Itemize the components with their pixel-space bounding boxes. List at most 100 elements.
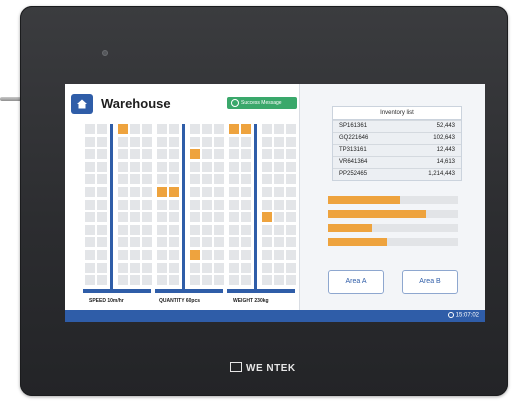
storage-cell	[118, 149, 128, 160]
progress-bar	[328, 210, 458, 218]
area-b-button[interactable]: Area B	[402, 270, 458, 294]
storage-cell	[157, 237, 167, 248]
storage-cell	[214, 136, 224, 147]
table-row[interactable]: SP161361 52,443	[333, 120, 461, 132]
storage-cell	[274, 124, 284, 134]
warehouse-panel: Warehouse Success Message SPEED 10m/hr Q…	[65, 84, 299, 310]
storage-cell	[202, 149, 212, 160]
storage-cell	[286, 187, 296, 197]
storage-cell	[85, 174, 95, 185]
storage-cell	[130, 187, 140, 197]
storage-cell	[97, 174, 107, 185]
storage-cell	[85, 275, 95, 286]
clock-icon	[447, 312, 454, 318]
storage-cell	[202, 212, 212, 223]
base-line	[227, 289, 295, 293]
storage-cell	[130, 237, 140, 248]
storage-cell	[118, 174, 128, 185]
storage-cell	[85, 124, 95, 134]
storage-cell	[97, 149, 107, 160]
storage-cell	[142, 262, 152, 273]
area-a-button[interactable]: Area A	[328, 270, 384, 294]
progress-bar	[328, 224, 458, 232]
table-row[interactable]: GQ221646 102,643	[333, 132, 461, 144]
home-button[interactable]	[71, 94, 93, 114]
storage-cell	[262, 212, 272, 223]
storage-cell	[214, 275, 224, 286]
storage-cell	[118, 262, 128, 273]
speed-grid	[83, 124, 152, 293]
storage-cell	[190, 136, 200, 147]
storage-cell	[274, 237, 284, 248]
storage-cell	[142, 161, 152, 172]
storage-cell	[85, 250, 95, 260]
storage-cell	[274, 250, 284, 260]
table-row[interactable]: PP252465 1,214,443	[333, 168, 461, 180]
progress-bar	[328, 238, 458, 246]
storage-cell	[142, 124, 152, 134]
storage-cell	[286, 262, 296, 273]
storage-cell	[190, 161, 200, 172]
storage-cell	[85, 161, 95, 172]
storage-cell	[274, 174, 284, 185]
storage-cell	[142, 149, 152, 160]
storage-cell	[202, 224, 212, 235]
storage-cell	[169, 250, 179, 260]
storage-cell	[157, 187, 167, 197]
item-qty: 12,443	[436, 147, 455, 153]
storage-cell	[286, 149, 296, 160]
table-row[interactable]: TP313161 12,443	[333, 144, 461, 156]
clock-time: 15:07:02	[455, 312, 479, 319]
storage-cell	[274, 224, 284, 235]
storage-cell	[157, 262, 167, 273]
storage-cell	[190, 275, 200, 286]
storage-cell	[241, 174, 251, 185]
storage-cell	[169, 174, 179, 185]
storage-cell	[286, 224, 296, 235]
storage-cell	[169, 262, 179, 273]
storage-cell	[286, 136, 296, 147]
storage-cell	[118, 187, 128, 197]
storage-cell	[241, 212, 251, 223]
storage-cell	[229, 124, 239, 134]
storage-cell	[130, 250, 140, 260]
storage-cell	[118, 237, 128, 248]
storage-cell	[274, 136, 284, 147]
storage-cell	[130, 124, 140, 134]
storage-cell	[214, 262, 224, 273]
storage-cell	[274, 212, 284, 223]
table-row[interactable]: VR641364 14,613	[333, 156, 461, 168]
storage-cell	[142, 275, 152, 286]
storage-cell	[118, 212, 128, 223]
storage-cell	[262, 199, 272, 210]
storage-cell	[262, 250, 272, 260]
brand-logo: WE NTEK	[230, 362, 296, 374]
storage-cell	[157, 224, 167, 235]
storage-cell	[241, 250, 251, 260]
base-line	[155, 289, 223, 293]
storage-cell	[202, 124, 212, 134]
storage-cell	[241, 224, 251, 235]
progress-fill	[328, 238, 387, 246]
storage-cell	[202, 187, 212, 197]
storage-cell	[229, 174, 239, 185]
storage-cell	[157, 161, 167, 172]
storage-cell	[202, 174, 212, 185]
storage-cell	[190, 187, 200, 197]
storage-cell	[286, 237, 296, 248]
storage-cell	[202, 199, 212, 210]
storage-cell	[85, 262, 95, 273]
item-id: TP313161	[339, 147, 367, 153]
shaft-line	[110, 124, 113, 292]
weight-grid	[227, 124, 296, 293]
storage-cell	[214, 237, 224, 248]
success-message-text: Success Message	[241, 100, 282, 106]
storage-cell	[229, 237, 239, 248]
storage-cell	[274, 199, 284, 210]
storage-cell	[262, 149, 272, 160]
base-line	[83, 289, 151, 293]
storage-cell	[214, 224, 224, 235]
storage-cell	[202, 161, 212, 172]
storage-cell	[157, 174, 167, 185]
quantity-grid	[155, 124, 224, 293]
